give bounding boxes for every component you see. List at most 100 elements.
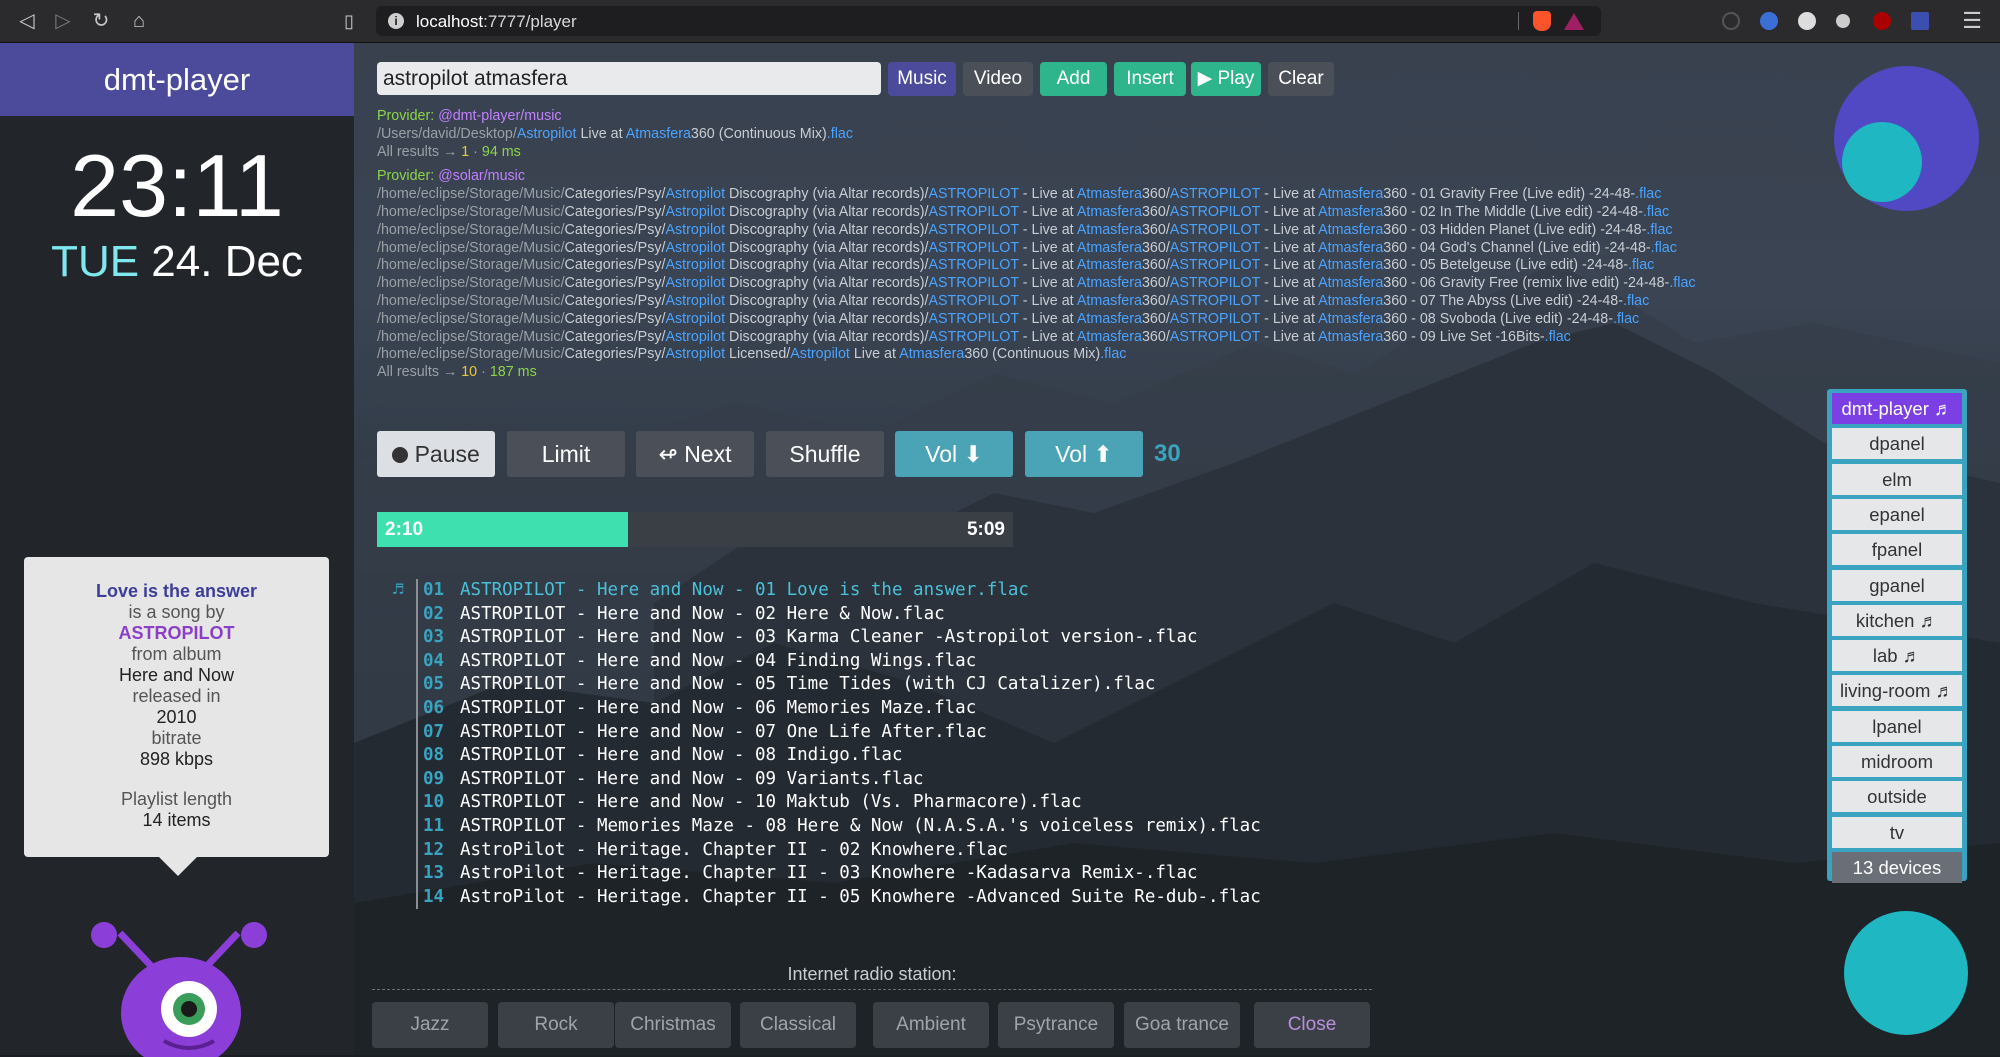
brave-shields-icon[interactable]	[1533, 11, 1551, 31]
extension-icon[interactable]	[1798, 12, 1816, 30]
device-item[interactable]: fpanel	[1832, 534, 1962, 566]
device-item[interactable]: dpanel	[1832, 428, 1962, 460]
track-name: ASTROPILOT - Memories Maze - 08 Here & N…	[460, 815, 1261, 836]
track-name: ASTROPILOT - Here and Now - 01 Love is t…	[460, 580, 1029, 600]
device-item[interactable]: gpanel	[1832, 569, 1962, 601]
provider-block: Provider: @solar/music /home/eclipse/Sto…	[377, 168, 1877, 382]
volume-level: 30	[1154, 440, 1181, 467]
address-bar[interactable]: i localhost:7777/player	[376, 6, 1601, 36]
track-number: 07	[423, 721, 445, 742]
provider-header: Provider: @solar/music	[377, 168, 526, 185]
search-input[interactable]: astropilot atmasfera	[377, 62, 881, 95]
weekday: TUE	[51, 237, 140, 286]
track-number: 09	[423, 768, 445, 789]
device-item[interactable]: lab ♬	[1832, 640, 1962, 672]
radio-station-button[interactable]: Ambient	[873, 1002, 989, 1048]
current-time: 2:10	[385, 519, 424, 540]
track-number: 12	[423, 839, 445, 860]
track-name: ASTROPILOT - Here and Now - 10 Maktub (V…	[460, 792, 1082, 813]
brave-rewards-icon[interactable]	[1564, 13, 1584, 30]
playlist-divider	[416, 626, 418, 650]
result-row[interactable]: /Users/david/Desktop/Astropilot Live at …	[377, 126, 1877, 144]
radio-station-button[interactable]: Goa trance	[1124, 1002, 1240, 1048]
app: dmt-player 23:11 TUE 24. Dec Love is the…	[0, 43, 2000, 1057]
radio-station-button[interactable]: Rock	[498, 1002, 614, 1048]
video-button[interactable]: Video	[963, 62, 1033, 96]
radio-station-button[interactable]: Psytrance	[998, 1002, 1114, 1048]
device-item[interactable]: living-room ♬	[1832, 675, 1962, 707]
volume-up-button[interactable]: Vol ⬆	[1025, 431, 1143, 477]
extension-icon[interactable]	[1836, 14, 1850, 28]
ublock-icon[interactable]	[1873, 12, 1891, 30]
info-label: is a song by	[128, 602, 225, 622]
add-button[interactable]: Add	[1040, 62, 1107, 96]
device-item[interactable]: kitchen ♬	[1832, 604, 1962, 636]
alien-mascot-icon	[91, 922, 267, 1057]
result-row[interactable]: /home/eclipse/Storage/Music/Categories/P…	[377, 222, 1877, 240]
pause-button[interactable]: Pause	[377, 431, 495, 477]
radio-station-button[interactable]: Christmas	[615, 1002, 731, 1048]
url-divider	[1518, 12, 1519, 30]
device-item[interactable]: midroom	[1832, 746, 1962, 777]
device-item[interactable]: tv	[1832, 816, 1962, 848]
device-item[interactable]: dmt-player ♬	[1832, 393, 1962, 424]
menu-icon[interactable]: ☰	[1962, 8, 1982, 34]
song-title: Love is the answer	[95, 581, 258, 601]
device-list: dmt-player ♬ dpanel elm epanel fpanel gpanel k…	[1827, 389, 1967, 883]
result-row[interactable]: /home/eclipse/Storage/Music/Categories/P…	[377, 204, 1877, 222]
result-row[interactable]: /home/eclipse/Storage/Music/Categories/P…	[377, 346, 1877, 364]
insert-button[interactable]: Insert	[1114, 62, 1186, 96]
device-item[interactable]: outside	[1832, 781, 1962, 813]
result-row[interactable]: /home/eclipse/Storage/Music/Categories/P…	[377, 240, 1877, 258]
home-icon[interactable]: ⌂	[126, 8, 152, 34]
clear-button[interactable]: Clear	[1268, 62, 1334, 96]
result-row[interactable]: /home/eclipse/Storage/Music/Categories/P…	[377, 186, 1877, 204]
track-name: ASTROPILOT - Here and Now - 04 Finding W…	[460, 650, 977, 671]
extension-icon[interactable]	[1722, 12, 1740, 30]
device-item[interactable]: epanel	[1832, 498, 1962, 530]
device-item[interactable]: lpanel	[1832, 710, 1962, 742]
playlist-divider	[416, 579, 418, 603]
device-count: 13 devices	[1832, 851, 1962, 883]
next-icon: ↫	[658, 441, 678, 467]
reload-icon[interactable]: ↻	[88, 8, 114, 34]
limit-button[interactable]: Limit	[507, 431, 625, 477]
play-button[interactable]: ▶ Play	[1191, 62, 1261, 96]
site-info-icon[interactable]: i	[388, 13, 404, 29]
track-number: 13	[423, 863, 445, 884]
track-number: 14	[423, 886, 445, 907]
track-number: 03	[423, 627, 445, 648]
bookmark-icon[interactable]: ▯	[336, 8, 362, 34]
progress-bar[interactable]: 2:10 5:09	[377, 512, 1013, 547]
device-item[interactable]: elm	[1832, 463, 1962, 495]
playlist-divider	[416, 673, 418, 697]
result-row[interactable]: /home/eclipse/Storage/Music/Categories/P…	[377, 329, 1877, 347]
track-number: 05	[423, 674, 445, 695]
result-row[interactable]: /home/eclipse/Storage/Music/Categories/P…	[377, 311, 1877, 329]
bitrate-value: 898 kbps	[139, 749, 214, 769]
back-icon[interactable]: ◁	[14, 8, 40, 34]
radio-close-button[interactable]: Close	[1254, 1002, 1370, 1048]
result-row[interactable]: /home/eclipse/Storage/Music/Categories/P…	[377, 257, 1877, 275]
info-label: from album	[131, 644, 222, 664]
playlist-divider	[416, 720, 418, 745]
result-row[interactable]: /home/eclipse/Storage/Music/Categories/P…	[377, 293, 1877, 311]
result-row[interactable]: /home/eclipse/Storage/Music/Categories/P…	[377, 275, 1877, 293]
track-name: ASTROPILOT - Here and Now - 07 One Life …	[460, 721, 987, 742]
music-button[interactable]: Music	[888, 62, 956, 96]
track-number: 11	[423, 815, 445, 836]
provider-header: Provider: @dmt-player/music	[377, 108, 562, 124]
track-name: ASTROPILOT - Here and Now - 02 Here & No…	[460, 603, 945, 624]
clock: 23:11	[70, 136, 284, 235]
extension-icon[interactable]	[1760, 12, 1778, 30]
extension-icon[interactable]	[1911, 12, 1929, 30]
next-button[interactable]: ↫ Next	[636, 431, 754, 477]
decorative-circle	[1844, 911, 1968, 1035]
search-results: Provider: @dmt-player/music /Users/david…	[377, 108, 1877, 382]
radio-station-button[interactable]: Classical	[740, 1002, 856, 1048]
radio-station-button[interactable]: Jazz	[372, 1002, 488, 1048]
volume-down-button[interactable]: Vol ⬇	[895, 431, 1013, 477]
forward-icon[interactable]: ▷	[50, 8, 76, 34]
shuffle-button[interactable]: Shuffle	[766, 431, 884, 477]
record-icon	[392, 447, 409, 463]
